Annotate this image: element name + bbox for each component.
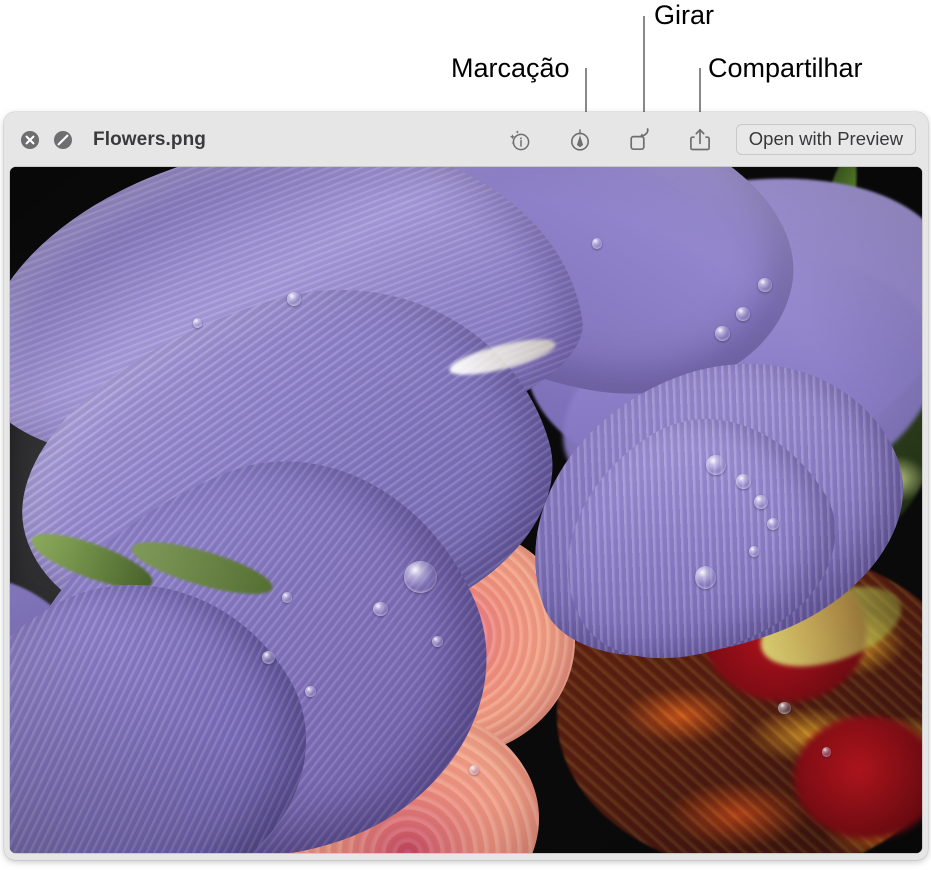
water-droplet [754, 495, 768, 509]
water-droplet [706, 455, 726, 475]
prohibit-icon[interactable] [51, 128, 75, 152]
water-droplet [373, 602, 388, 616]
markup-icon[interactable] [566, 126, 594, 154]
flowers-bouquet-photo [10, 167, 922, 853]
water-droplet [767, 518, 779, 530]
close-icon[interactable] [18, 128, 42, 152]
water-droplet [758, 278, 773, 292]
open-with-preview-button[interactable]: Open with Preview [736, 124, 916, 156]
quicklook-toolbar: Flowers.png [4, 112, 928, 167]
water-droplet [778, 702, 791, 714]
toolbar-actions [506, 126, 714, 154]
water-droplet [282, 592, 292, 602]
share-icon[interactable] [686, 126, 714, 154]
rotate-icon[interactable] [626, 126, 654, 154]
water-droplet [822, 747, 831, 757]
water-droplet [592, 238, 602, 248]
water-droplet [736, 474, 751, 488]
toolbar-left-group: Flowers.png [18, 128, 206, 152]
water-droplet [432, 636, 443, 647]
callout-label-markup: Marcação [451, 55, 570, 82]
water-droplet [404, 561, 437, 593]
callout-label-share: Compartilhar [708, 55, 863, 82]
callout-label-rotate: Girar [654, 2, 714, 29]
quicklook-preview-area[interactable] [10, 167, 922, 853]
water-droplet [287, 292, 301, 306]
water-droplet [749, 546, 759, 556]
water-droplet [736, 307, 750, 321]
window-title: Flowers.png [93, 130, 206, 149]
info-sparkle-icon[interactable] [506, 126, 534, 154]
quicklook-window: Flowers.png [4, 112, 928, 860]
water-droplet [193, 318, 202, 328]
water-droplet [695, 566, 716, 589]
water-droplet [715, 326, 730, 340]
